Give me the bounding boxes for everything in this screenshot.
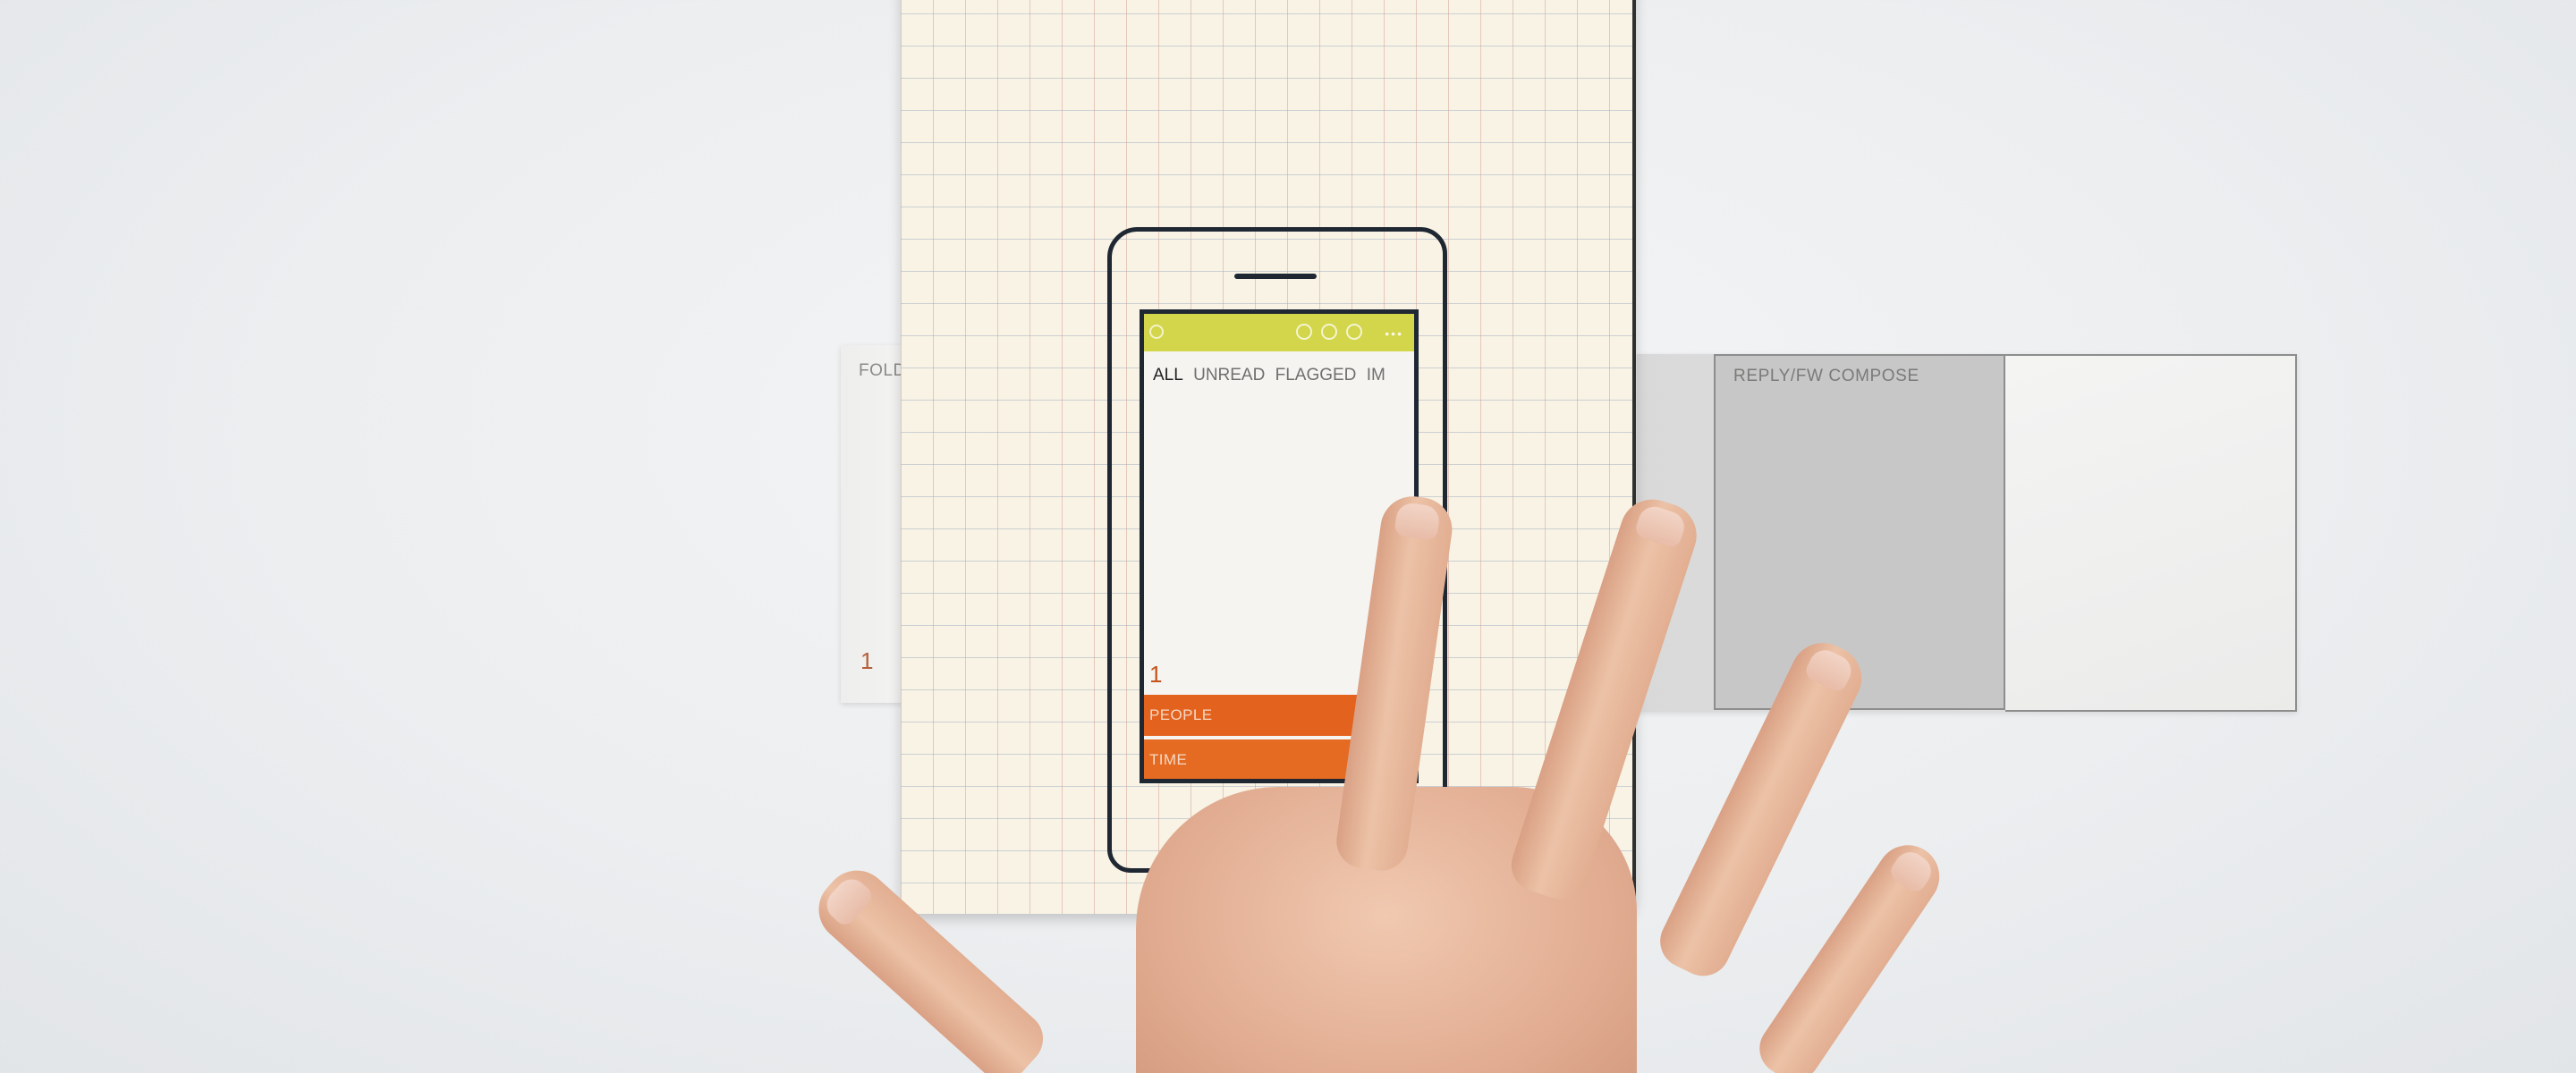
filter-icon[interactable]: [1321, 324, 1337, 340]
reply-compose-label: REPLY/FW COMPOSE: [1733, 367, 1919, 385]
thumbnail: [820, 873, 876, 929]
folders-count: 1: [860, 647, 874, 674]
people-filter-label: PEOPLE: [1149, 706, 1213, 723]
drawn-phone-speaker: [1234, 274, 1317, 279]
back-icon[interactable]: [1149, 325, 1164, 339]
refresh-icon[interactable]: [1296, 324, 1312, 340]
little-fingernail: [1886, 846, 1937, 896]
drawn-home-button: [1245, 801, 1308, 855]
status-bar: •••: [1144, 314, 1414, 351]
tab-im[interactable]: IM: [1367, 366, 1385, 384]
tab-unread[interactable]: UNREAD: [1193, 366, 1265, 384]
tab-all[interactable]: ALL: [1153, 366, 1183, 384]
photo-scene: FOLDERS 1 REPLY/FW COMPOSE ••• ALL UNREA…: [0, 0, 2576, 1073]
compose-panel-dark: REPLY/FW COMPOSE: [1714, 354, 2005, 710]
unread-count: 1: [1149, 661, 1163, 688]
time-filter-label: TIME: [1149, 751, 1188, 768]
reply-compose-paper-strip: REPLY/FW COMPOSE: [1637, 354, 2297, 712]
little-finger: [1749, 832, 1952, 1073]
prototype-screen: ••• ALL UNREAD FLAGGED IM 1 PEOPLE TIME: [1140, 309, 1419, 783]
time-filter-bar[interactable]: TIME: [1144, 739, 1414, 779]
more-icon[interactable]: •••: [1385, 327, 1403, 340]
tab-flagged[interactable]: FLAGGED: [1275, 366, 1357, 384]
compose-panel-light: [2005, 354, 2297, 712]
compose-icon[interactable]: [1346, 324, 1362, 340]
mail-tabs: ALL UNREAD FLAGGED IM: [1153, 366, 1391, 385]
people-filter-bar[interactable]: PEOPLE: [1144, 695, 1414, 736]
